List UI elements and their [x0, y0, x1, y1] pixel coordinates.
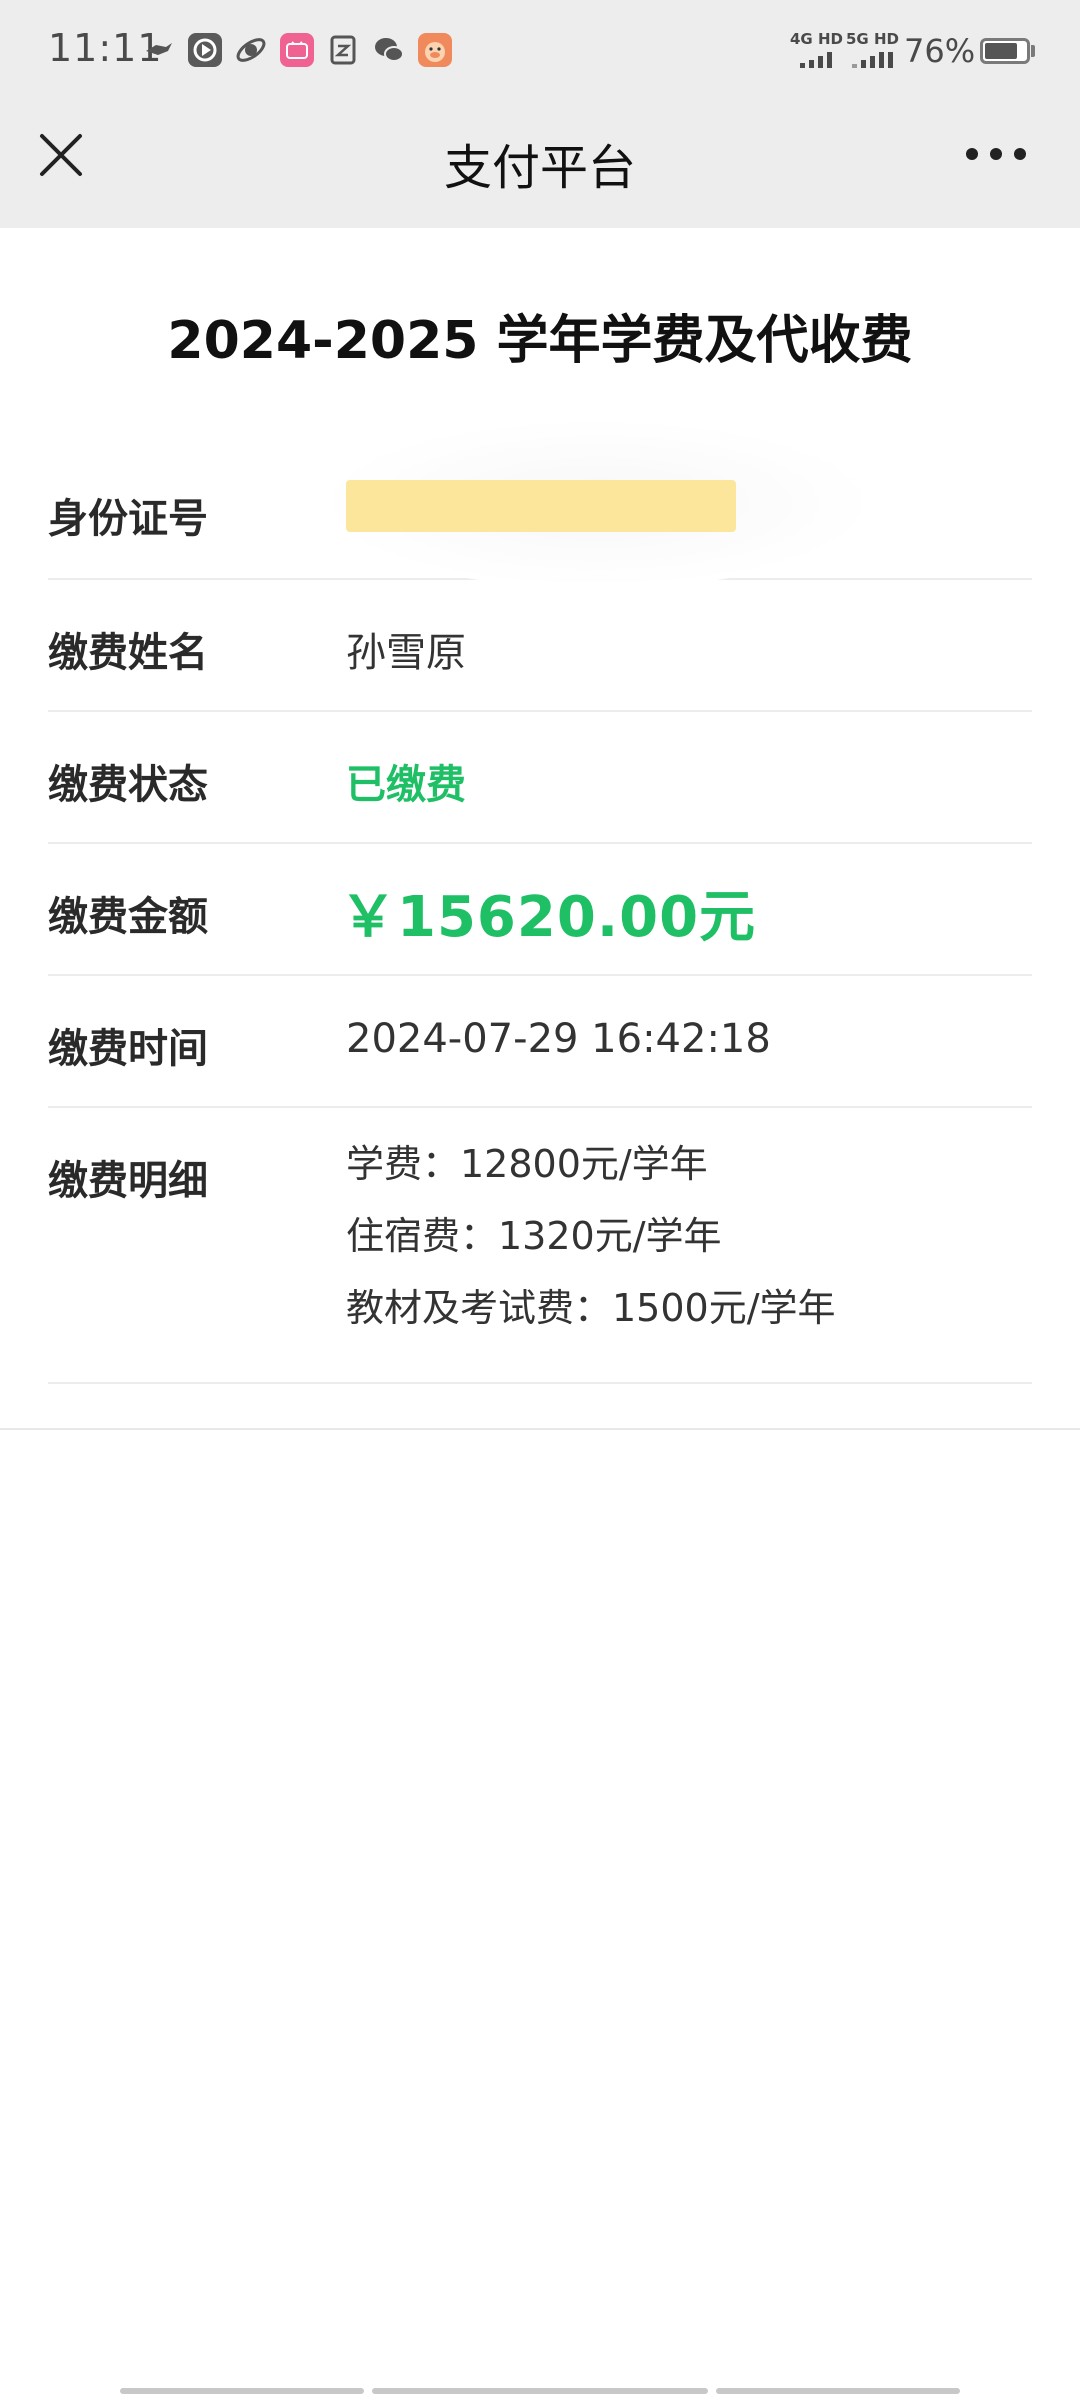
pig-icon — [418, 33, 452, 67]
note-icon — [326, 33, 360, 67]
nav-bar: 支付平台 — [0, 100, 1080, 228]
planet-icon — [234, 33, 268, 67]
battery-icon — [980, 38, 1030, 64]
bottom-indicator-center — [372, 2388, 708, 2394]
bottom-indicator-right — [716, 2388, 960, 2394]
payment-amount-label: 缴费金额 — [48, 894, 208, 940]
payment-details-list: 学费：12800元/学年 住宿费：1320元/学年 教材及考试费：1500元/学… — [346, 1128, 836, 1344]
play-icon — [188, 33, 222, 67]
payment-time-label: 缴费时间 — [48, 1026, 208, 1072]
detail-line-tuition: 学费：12800元/学年 — [346, 1142, 708, 1186]
row-payment-details: 缴费明细 学费：12800元/学年 住宿费：1320元/学年 教材及考试费：15… — [48, 1108, 1032, 1384]
id-number-label: 身份证号 — [48, 496, 208, 542]
page-title: 支付平台 — [443, 140, 636, 196]
row-id-number: 身份证号 — [48, 418, 1032, 588]
row-payment-amount: 缴费金额 ￥15620.00元 — [48, 844, 1032, 976]
payer-name-value: 孙雪原 — [346, 630, 466, 676]
payment-status-value: 已缴费 — [346, 762, 466, 808]
status-bar: 11:11 4G HD 5G HD 76% — [0, 0, 1080, 100]
bottom-indicator-left — [120, 2388, 364, 2394]
payment-details-label: 缴费明细 — [48, 1158, 208, 1204]
section-divider — [0, 1428, 1080, 1430]
payment-heading: 2024-2025 学年学费及代收费 — [167, 311, 913, 371]
payment-amount-value: ￥15620.00元 — [340, 885, 757, 950]
bird-icon — [142, 33, 176, 67]
payment-time-value: 2024-07-29 16:42:18 — [346, 1016, 771, 1062]
network-label-4g: 4G HD — [790, 30, 843, 48]
bilibili-icon — [280, 33, 314, 67]
battery-percent: 76% — [904, 32, 976, 70]
redaction-mark — [346, 480, 736, 532]
detail-line-textbook-exam: 教材及考试费：1500元/学年 — [346, 1286, 836, 1330]
wechat-icon — [372, 33, 406, 67]
more-icon[interactable] — [964, 144, 1028, 164]
row-payment-status: 缴费状态 已缴费 — [48, 712, 1032, 844]
row-payer-name: 缴费姓名 孙雪原 — [48, 580, 1032, 712]
detail-line-accommodation: 住宿费：1320元/学年 — [346, 1214, 722, 1258]
payer-name-label: 缴费姓名 — [48, 630, 208, 676]
network-label-5g: 5G HD — [846, 30, 899, 48]
payment-status-label: 缴费状态 — [48, 762, 208, 808]
battery-cap — [1031, 45, 1035, 57]
row-payment-time: 缴费时间 2024-07-29 16:42:18 — [48, 976, 1032, 1108]
